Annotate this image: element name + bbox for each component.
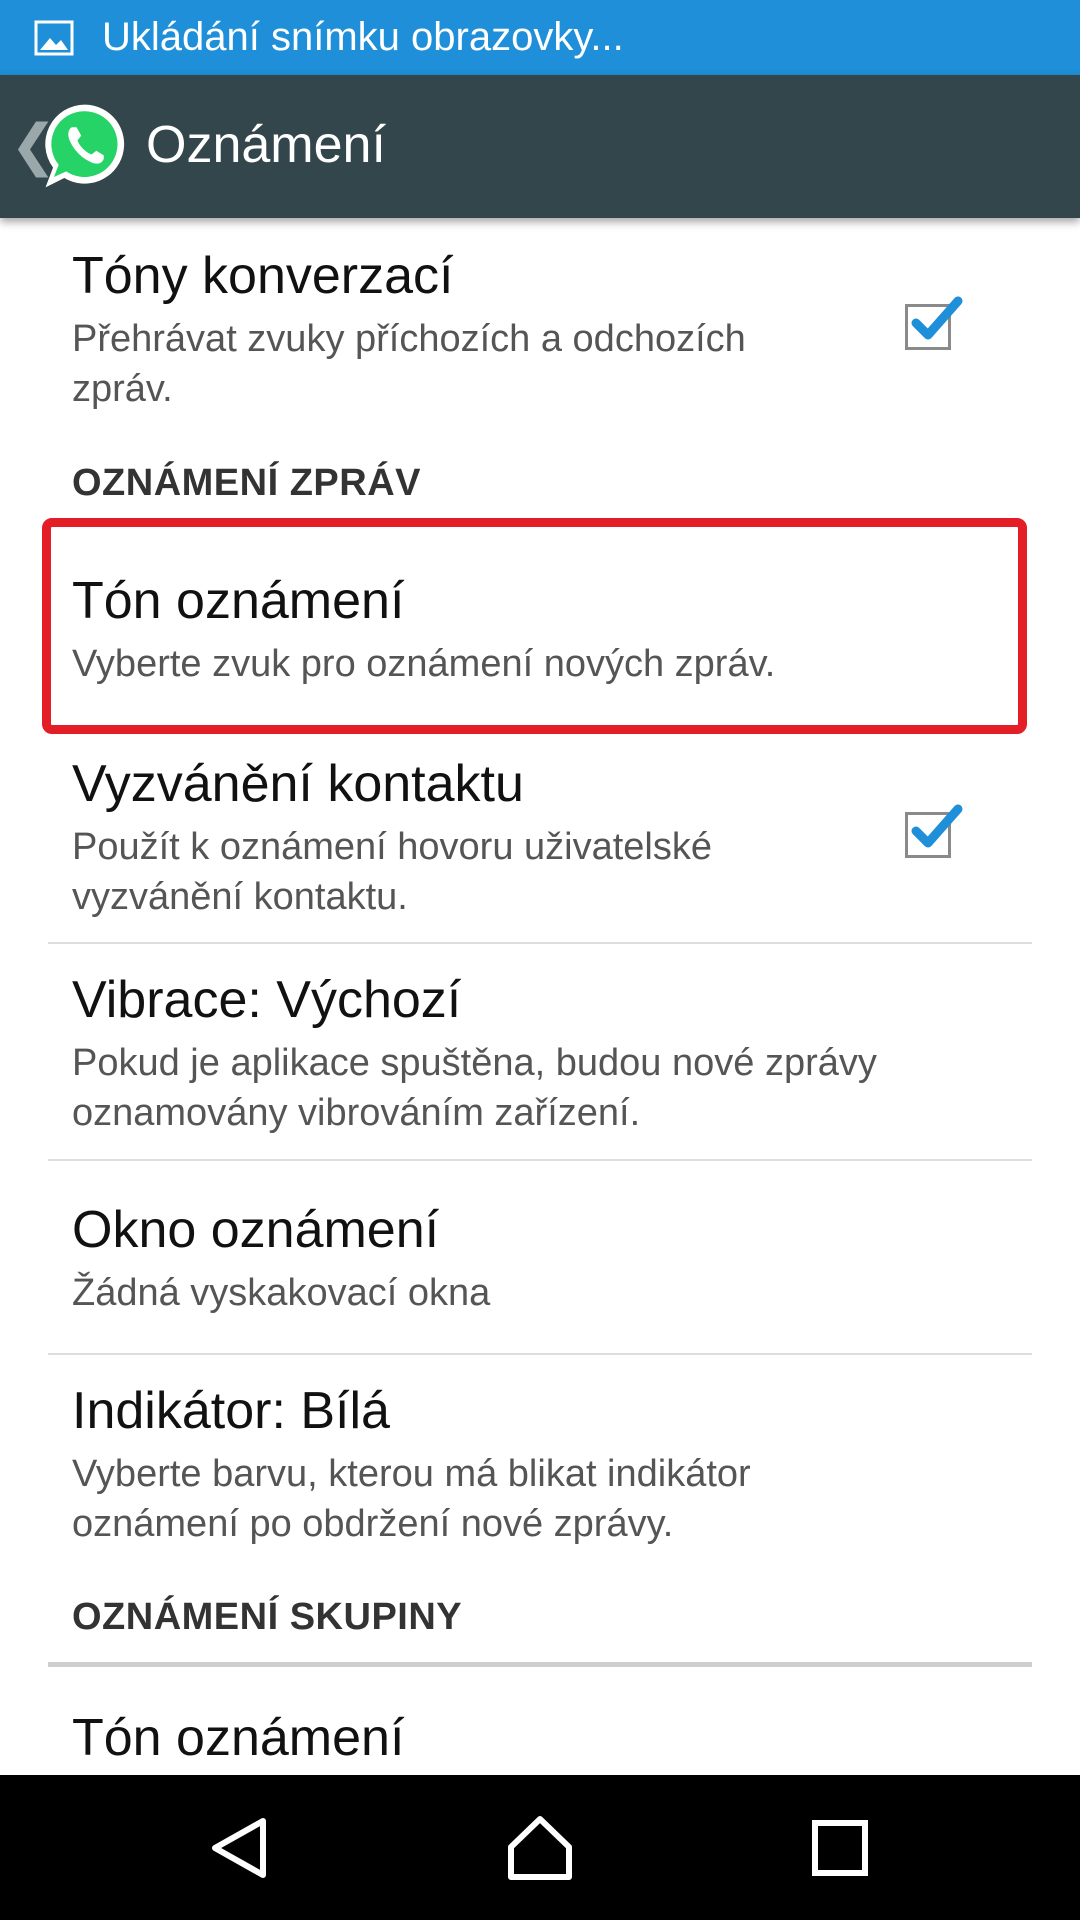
whatsapp-logo-icon[interactable] — [38, 99, 132, 193]
pref-title: Tón oznámení — [72, 1709, 405, 1767]
pref-summary: Žádná vyskakovací okna — [72, 1272, 491, 1314]
pref-title: Vibrace: Výchozí — [72, 971, 462, 1029]
pref-title: Okno oznámení — [72, 1201, 440, 1259]
divider — [48, 1353, 1032, 1355]
pref-summary: Vyberte barvu, kterou má blikat indikáto… — [72, 1453, 751, 1545]
section-header-groups: OZNÁMENÍ SKUPINY — [72, 1596, 463, 1638]
pref-light[interactable]: Indikátor: Bílá Vyberte barvu, kterou má… — [72, 1381, 932, 1549]
divider — [48, 1159, 1032, 1161]
pref-title: Indikátor: Bílá — [72, 1382, 390, 1440]
pref-summary: Pokud je aplikace spuštěna, budou nové z… — [72, 1042, 877, 1134]
divider — [48, 942, 1032, 944]
section-divider — [48, 1662, 1032, 1667]
status-bar: Ukládání snímku obrazovky... — [0, 0, 1080, 75]
highlight-frame — [42, 518, 1027, 734]
action-bar: ❮ Oznámení — [0, 75, 1080, 218]
navigation-bar — [0, 1775, 1080, 1920]
settings-list: Tóny konverzací Přehrávat zvuky příchozí… — [0, 218, 1080, 1775]
page-title: Oznámení — [146, 116, 386, 174]
recents-square-icon[interactable] — [805, 1813, 875, 1883]
pref-title: Vyzvánění kontaktu — [72, 755, 524, 813]
status-text: Ukládání snímku obrazovky... — [102, 15, 624, 59]
home-icon[interactable] — [505, 1813, 575, 1883]
pref-contact-ringtone[interactable]: Vyzvánění kontaktu Použít k oznámení hov… — [72, 754, 932, 922]
section-header-messages: OZNÁMENÍ ZPRÁV — [72, 462, 421, 504]
pref-popup[interactable]: Okno oznámení Žádná vyskakovací okna — [72, 1200, 932, 1318]
pref-summary: Přehrávat zvuky příchozích a odchozích z… — [72, 318, 746, 410]
pref-vibrate[interactable]: Vibrace: Výchozí Pokud je aplikace spušt… — [72, 970, 932, 1138]
image-icon — [34, 20, 74, 56]
pref-title: Tóny konverzací — [72, 247, 454, 305]
contact-ringtone-checkbox[interactable] — [905, 804, 963, 858]
checkmark-icon — [911, 804, 963, 848]
conversation-tones-checkbox[interactable] — [905, 296, 963, 350]
pref-conversation-tones[interactable]: Tóny konverzací Přehrávat zvuky příchozí… — [72, 246, 932, 414]
back-triangle-icon[interactable] — [205, 1813, 275, 1883]
pref-group-tone[interactable]: Tón oznámení — [72, 1708, 932, 1768]
pref-summary: Použít k oznámení hovoru uživatelské vyz… — [72, 826, 713, 918]
checkmark-icon — [911, 296, 963, 340]
